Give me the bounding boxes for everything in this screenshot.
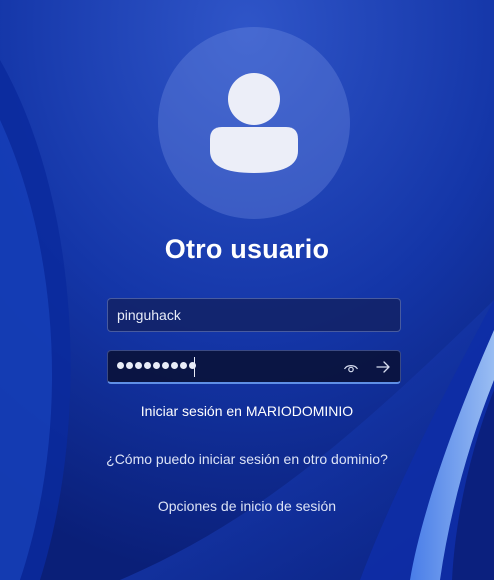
password-dots: [117, 362, 198, 369]
password-field[interactable]: [107, 350, 401, 384]
password-dot: [180, 362, 187, 369]
password-dot: [153, 362, 160, 369]
sign-in-domain-label: Iniciar sesión en MARIODOMINIO: [140, 403, 354, 419]
username-input[interactable]: [108, 299, 400, 331]
eye-icon[interactable]: [343, 360, 359, 376]
username-field[interactable]: [107, 298, 401, 332]
password-dot: [117, 362, 124, 369]
other-domain-link[interactable]: ¿Cómo puedo iniciar sesión en otro domin…: [0, 451, 494, 467]
password-dot: [135, 362, 142, 369]
password-dot: [162, 362, 169, 369]
sign-in-options-link[interactable]: Opciones de inicio de sesión: [0, 498, 494, 514]
user-title: Otro usuario: [164, 234, 330, 264]
arrow-right-icon[interactable]: [374, 358, 392, 376]
password-dot: [126, 362, 133, 369]
text-caret: [194, 357, 195, 377]
user-avatar: [158, 27, 350, 219]
password-dot: [144, 362, 151, 369]
password-dot: [171, 362, 178, 369]
user-silhouette-icon: [210, 73, 298, 173]
